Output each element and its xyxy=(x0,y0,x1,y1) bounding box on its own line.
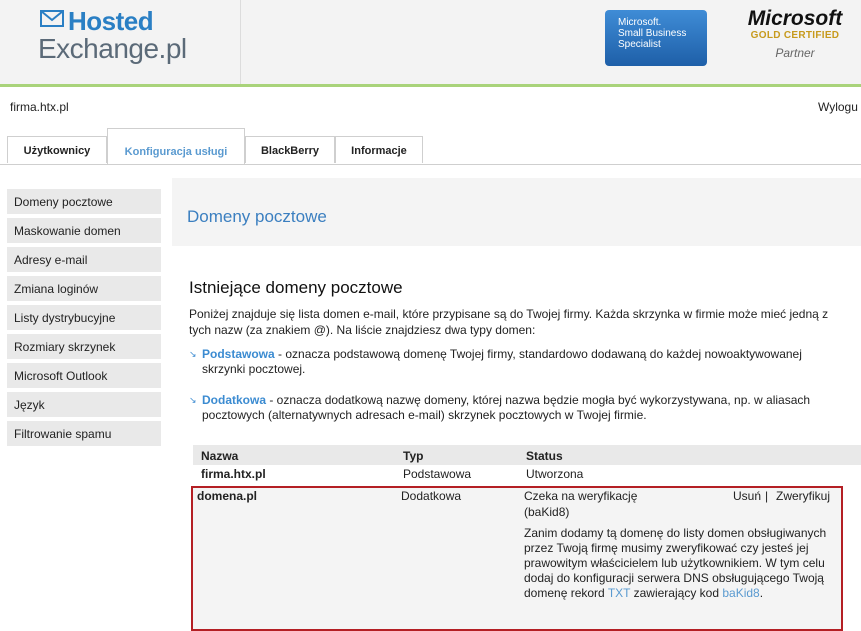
table-row-pending-highlighted: domena.pl Dodatkowa Czeka na weryfikację… xyxy=(191,486,843,631)
bullet-text: - oznacza dodatkową nazwę domeny, której… xyxy=(202,393,811,422)
cell-name: firma.htx.pl xyxy=(201,467,266,481)
gold-subtitle: GOLD CERTIFIED xyxy=(750,30,840,41)
col-header-name: Nazwa xyxy=(201,449,239,463)
col-header-status: Status xyxy=(526,449,563,463)
section-title: Istniejące domeny pocztowe xyxy=(189,278,403,297)
cell-type: Podstawowa xyxy=(403,467,472,481)
verification-code: baKid8 xyxy=(722,586,760,600)
sidebar-item-spam-filter[interactable]: Filtrowanie spamu xyxy=(7,421,161,446)
bullet-term: Dodatkowa xyxy=(202,393,267,407)
sidebar-item-change-logins[interactable]: Zmiana loginów xyxy=(7,276,161,301)
badge-line: Microsoft. xyxy=(618,17,662,28)
badge-line: Small Business xyxy=(618,28,687,39)
sidebar-item-mailbox-sizes[interactable]: Rozmiary skrzynek xyxy=(7,334,161,359)
badge-line: Specialist xyxy=(618,39,661,50)
section-description: Poniżej znajduje się lista domen e-mail,… xyxy=(189,307,829,337)
table-header: Nazwa Typ Status xyxy=(193,445,861,465)
ms-small-business-badge: Microsoft. Small Business Specialist xyxy=(605,10,707,66)
cell-name: domena.pl xyxy=(197,489,258,503)
info-mid: zawierający kod xyxy=(630,586,723,600)
info-end: . xyxy=(759,586,764,600)
sidebar: Domeny pocztowe Maskowanie domen Adresy … xyxy=(7,189,161,450)
sidebar-item-domain-masking[interactable]: Maskowanie domen xyxy=(7,218,161,243)
tab-information[interactable]: Informacje xyxy=(335,136,423,163)
arrow-icon: ↘ xyxy=(189,349,197,359)
txt-record-link[interactable]: TXT xyxy=(608,586,630,600)
logout-link[interactable]: Wylogu xyxy=(818,100,858,114)
header-divider xyxy=(240,0,241,84)
col-header-type: Typ xyxy=(403,449,424,463)
envelope-icon xyxy=(40,10,64,27)
bullet-text: - oznacza podstawową domenę Twojej firmy… xyxy=(202,347,802,376)
gold-partner: Partner xyxy=(775,46,815,60)
sidebar-item-distribution-lists[interactable]: Listy dystrybucyjne xyxy=(7,305,161,330)
bullet-additional: ↘ Dodatkowa - oznacza dodatkową nazwę do… xyxy=(189,393,829,423)
ms-gold-partner-badge: Microsoft GOLD CERTIFIED Partner xyxy=(740,8,850,68)
cell-type: Dodatkowa xyxy=(401,489,462,503)
main-tabs: Użytkownicy Konfiguracja usługi BlackBer… xyxy=(0,128,861,165)
logo-text-bottom: Exchange.pl xyxy=(38,33,187,64)
tab-blackberry[interactable]: BlackBerry xyxy=(245,136,335,163)
tab-users[interactable]: Użytkownicy xyxy=(7,136,107,163)
cell-status: Czeka na weryfikację xyxy=(524,489,638,503)
sidebar-item-mail-domains[interactable]: Domeny pocztowe xyxy=(7,189,161,214)
bullet-primary: ↘ Podstawowa - oznacza podstawową domenę… xyxy=(189,347,829,377)
sidebar-item-outlook[interactable]: Microsoft Outlook xyxy=(7,363,161,388)
delete-link[interactable]: Usuń xyxy=(733,489,761,504)
hostedexchange-logo[interactable]: Hosted Exchange.pl xyxy=(38,6,187,66)
tab-service-config[interactable]: Konfiguracja usługi xyxy=(107,128,245,164)
page-title: Domeny pocztowe xyxy=(187,207,327,226)
cell-status-code: (baKid8) xyxy=(524,505,570,519)
gold-title: Microsoft xyxy=(747,7,843,30)
cell-status: Utworzona xyxy=(526,467,584,481)
bullet-term: Podstawowa xyxy=(202,347,275,361)
sidebar-item-email-addresses[interactable]: Adresy e-mail xyxy=(7,247,161,272)
site-header: Hosted Exchange.pl Microsoft. Small Busi… xyxy=(0,0,861,87)
verify-link[interactable]: Zweryfikuj xyxy=(776,489,830,504)
action-separator: | xyxy=(765,489,769,503)
verification-info: Zanim dodamy tą domenę do listy domen ob… xyxy=(524,526,838,601)
arrow-icon: ↘ xyxy=(189,395,197,405)
company-name: firma.htx.pl xyxy=(10,100,69,114)
sidebar-item-language[interactable]: Język xyxy=(7,392,161,417)
